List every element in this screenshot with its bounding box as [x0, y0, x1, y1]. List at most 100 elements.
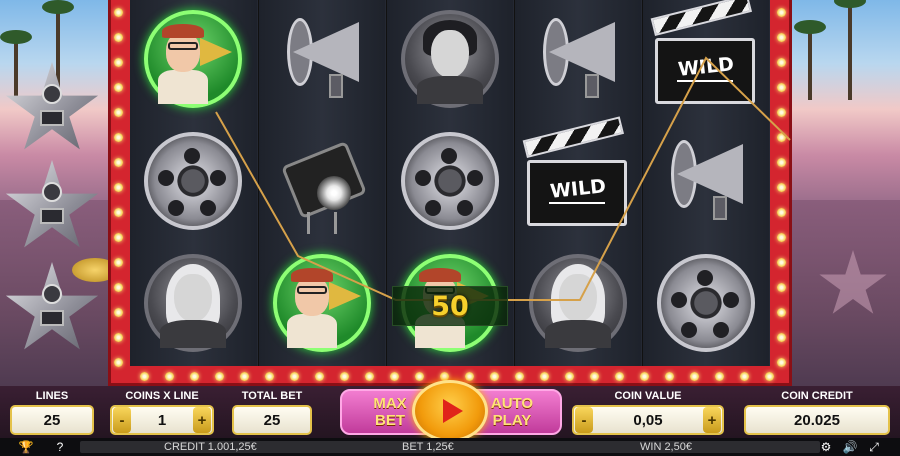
- total-bet-label: TOTAL BET: [241, 390, 303, 402]
- max-bet-label-line1: MAX: [373, 395, 407, 412]
- marquee-bulb: [340, 372, 349, 381]
- marquee-bulb: [777, 258, 786, 267]
- total-bet-value: 25: [232, 405, 312, 435]
- film-award-icon: [4, 160, 100, 256]
- marquee-bulb: [140, 372, 149, 381]
- win-amount-box: 50: [392, 286, 508, 326]
- marquee-bulb: [540, 372, 549, 381]
- marquee-bulb: [215, 372, 224, 381]
- director-symbol: [267, 248, 377, 358]
- coins-decrease-button[interactable]: -: [113, 407, 131, 433]
- film-reel-symbol: [138, 126, 248, 236]
- marquee-bulb: [777, 33, 786, 42]
- marquee-bulb: [114, 8, 123, 17]
- marquee-bulb: [290, 372, 299, 381]
- marquee-bulb: [515, 372, 524, 381]
- win-text: WIN 2,50€: [640, 441, 692, 453]
- fullscreen-icon[interactable]: ⤢: [866, 439, 882, 455]
- coin-value-label: COIN VALUE: [614, 390, 682, 402]
- marquee-bulb: [777, 358, 786, 367]
- marquee-bulb: [315, 372, 324, 381]
- marquee-bulb: [114, 233, 123, 242]
- marquee-bulb: [415, 372, 424, 381]
- marquee-bulb: [777, 158, 786, 167]
- marquee-bulb: [165, 372, 174, 381]
- marquee-bulb: [777, 233, 786, 242]
- marquee-bulb: [114, 308, 123, 317]
- marquee-bulb: [114, 33, 123, 42]
- coins-increase-button[interactable]: +: [193, 407, 211, 433]
- marquee-bulb: [114, 133, 123, 142]
- coins-per-line-label: COINS X LINE: [125, 390, 199, 402]
- marquee-bulb: [114, 258, 123, 267]
- marquee-bulb: [114, 183, 123, 192]
- marquee-bulb: [690, 372, 699, 381]
- coin-value-decrease-button[interactable]: -: [575, 407, 593, 433]
- sound-icon[interactable]: 🔊: [842, 439, 858, 455]
- wild-clapperboard-symbol: WILD: [522, 116, 633, 236]
- trophy-icon[interactable]: 🏆: [18, 439, 34, 455]
- marquee-bulb: [265, 372, 274, 381]
- marquee-bulb: [777, 333, 786, 342]
- lines-value: 25: [10, 405, 94, 435]
- credit-text: CREDIT 1.001,25€: [164, 441, 257, 453]
- marquee-bulb: [777, 58, 786, 67]
- help-icon[interactable]: ?: [52, 439, 68, 455]
- marquee-bulb: [777, 308, 786, 317]
- film-reel-symbol: [651, 248, 761, 358]
- marquee-bulb: [615, 372, 624, 381]
- marquee-bulb: [114, 208, 123, 217]
- marquee-bulb: [777, 183, 786, 192]
- coin-credit-label: COIN CREDIT: [781, 390, 853, 402]
- background-right: [788, 0, 900, 390]
- marquee-bulb: [715, 372, 724, 381]
- marquee-bulb: [777, 108, 786, 117]
- reel-column: WILD: [642, 0, 769, 366]
- palm-tree: [794, 20, 826, 100]
- auto-play-label-line1: AUTO: [490, 395, 534, 412]
- marquee-bulb: [665, 372, 674, 381]
- megaphone-symbol: [267, 4, 377, 114]
- auto-play-label-line2: PLAY: [492, 412, 532, 429]
- film-reel-symbol: [395, 126, 505, 236]
- actress-portrait-symbol: [138, 248, 248, 358]
- marquee-bulb: [565, 372, 574, 381]
- max-bet-label-line2: BET: [375, 412, 405, 429]
- marquee-bulb: [114, 58, 123, 67]
- reel-column: [130, 0, 257, 366]
- coin-credit-value: 20.025: [744, 405, 890, 435]
- marquee-bulb: [114, 283, 123, 292]
- spotlight-symbol: [267, 126, 377, 236]
- settings-icon[interactable]: ⚙: [818, 439, 834, 455]
- film-award-icon: [4, 62, 100, 158]
- marquee-bulb: [740, 372, 749, 381]
- marquee-bulb: [114, 358, 123, 367]
- bet-text: BET 1,25€: [402, 441, 454, 453]
- marquee-bulb: [765, 372, 774, 381]
- marquee-bulb: [365, 372, 374, 381]
- marquee-bulb: [190, 372, 199, 381]
- game-screen: WILD WILD 50 LINES 25 COINS X LINE 1 - + …: [0, 0, 900, 456]
- coin-value-increase-button[interactable]: +: [703, 407, 721, 433]
- marquee-bulb: [390, 372, 399, 381]
- marquee-bulb: [777, 283, 786, 292]
- lines-label: LINES: [35, 390, 69, 402]
- marquee-bulb: [114, 83, 123, 92]
- marquee-bulb: [777, 83, 786, 92]
- marquee-bulb: [240, 372, 249, 381]
- win-amount: 50: [431, 290, 469, 322]
- play-icon: [443, 399, 463, 423]
- marquee-bulb: [777, 208, 786, 217]
- marquee-bulb: [114, 158, 123, 167]
- megaphone-symbol: [523, 4, 633, 114]
- marquee-bulb: [640, 372, 649, 381]
- reel-column: WILD: [514, 0, 641, 366]
- film-award-icon: [4, 262, 100, 358]
- marquee-bulb: [590, 372, 599, 381]
- spin-button[interactable]: [412, 380, 488, 442]
- coin-value: 0,05: [572, 405, 724, 435]
- megaphone-symbol: [651, 126, 761, 236]
- marquee-bulb: [490, 372, 499, 381]
- wild-clapperboard-symbol: WILD: [650, 0, 761, 114]
- director-symbol: [138, 4, 248, 114]
